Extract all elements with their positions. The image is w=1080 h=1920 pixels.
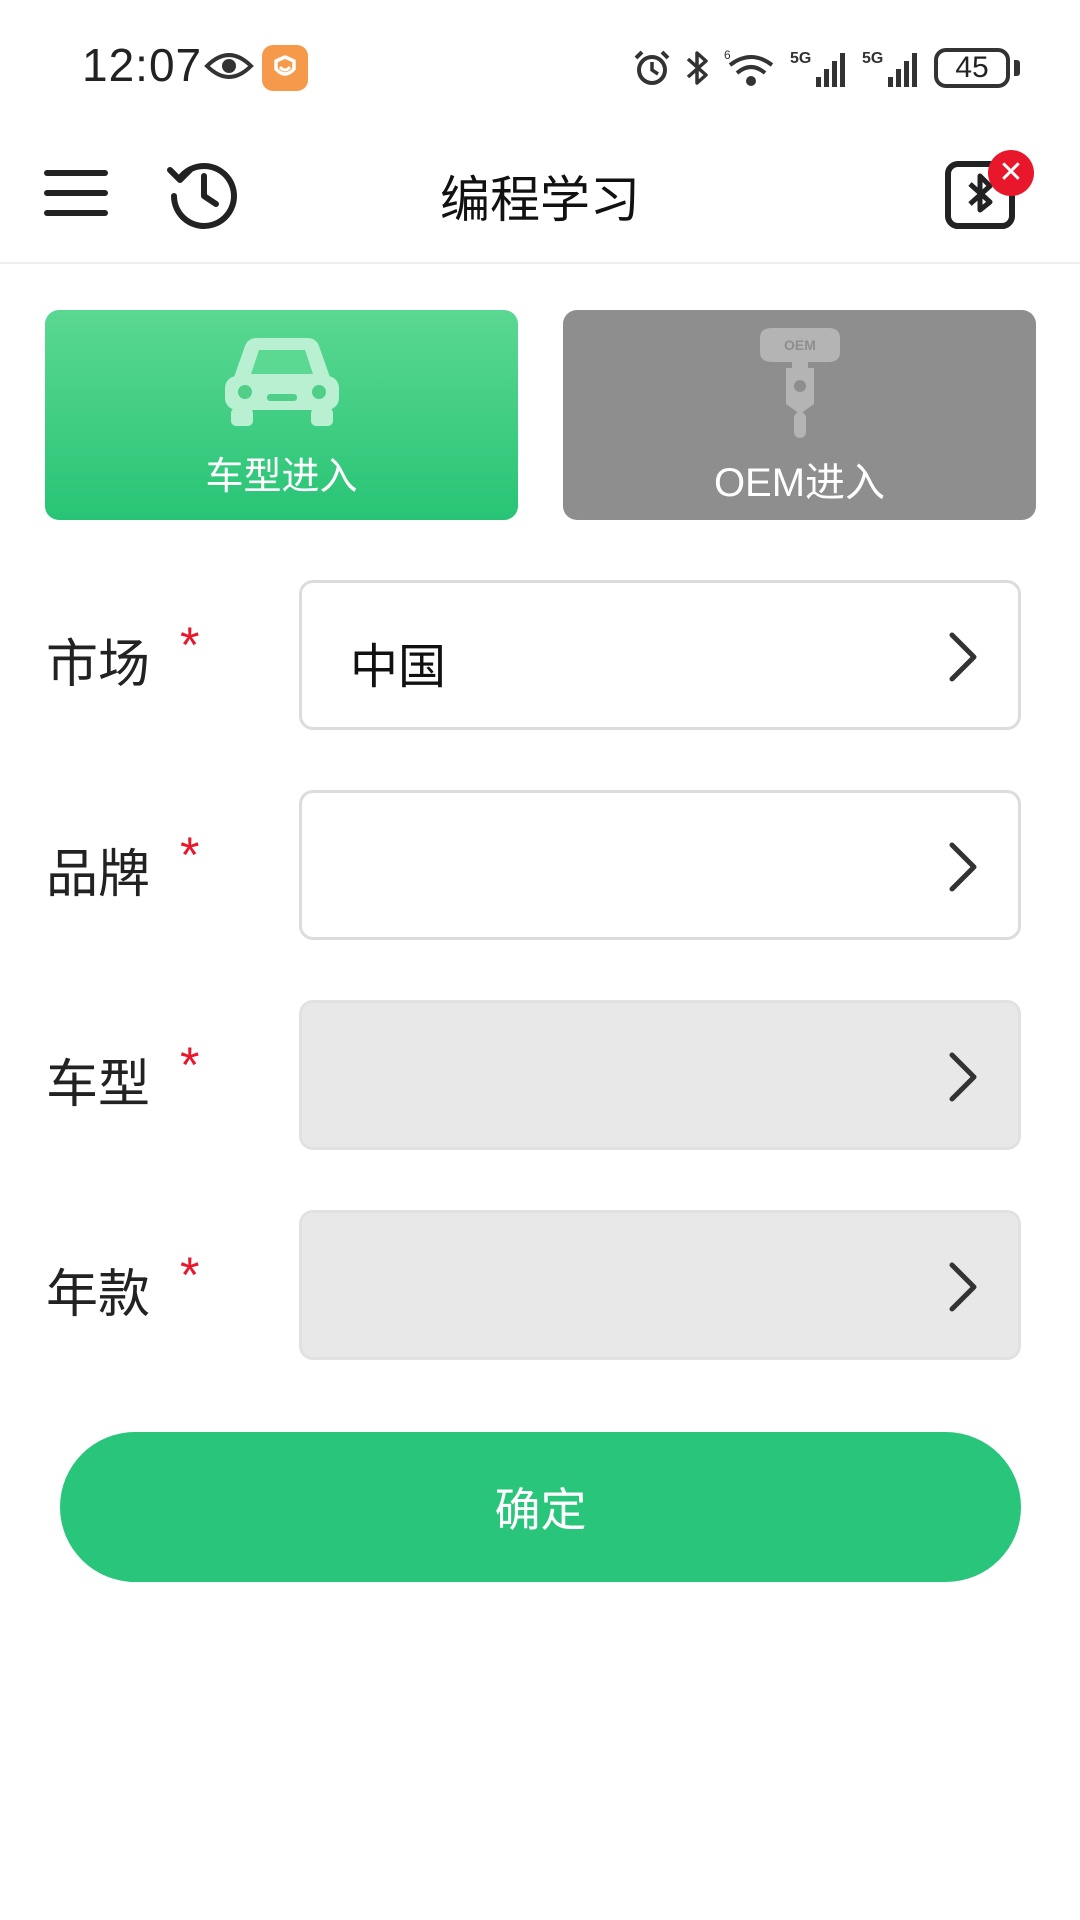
- market-value: 中国: [350, 639, 447, 695]
- chevron-right-icon: [949, 1052, 977, 1102]
- svg-text:5G: 5G: [862, 50, 883, 67]
- form-row-market: 市场 * 中国: [0, 580, 1080, 730]
- svg-text:5G: 5G: [790, 50, 811, 67]
- form-row-brand: 品牌 *: [0, 790, 1080, 940]
- year-select[interactable]: [299, 1210, 1021, 1360]
- oem-entry-label: OEM进入: [713, 461, 886, 505]
- brand-select[interactable]: [299, 790, 1021, 940]
- chevron-right-icon: [949, 1262, 977, 1312]
- oem-entry-tile[interactable]: OEM OEM进入: [563, 310, 1036, 520]
- status-time: 12:07: [82, 39, 203, 91]
- bluetooth-icon: [686, 51, 708, 85]
- signal-5g-icon-1: 5G: [790, 50, 845, 87]
- app-bar: 编程学习 ✕: [0, 130, 1080, 264]
- form-row-year: 年款 *: [0, 1210, 1080, 1360]
- app-notification-icon: [262, 45, 308, 91]
- required-mark: *: [180, 617, 200, 673]
- chevron-right-icon: [949, 632, 977, 682]
- status-icons: 6 5G 5G 45: [632, 44, 1020, 92]
- required-mark: *: [180, 827, 200, 883]
- svg-text:6: 6: [724, 48, 731, 62]
- market-label: 市场: [46, 635, 151, 695]
- confirm-button[interactable]: 确定: [60, 1432, 1021, 1582]
- model-label: 车型: [46, 1055, 151, 1115]
- battery-tip: [1014, 60, 1020, 76]
- wifi-icon: 6: [724, 48, 774, 86]
- brand-label: 品牌: [46, 845, 151, 905]
- signal-5g-icon-2: 5G: [862, 50, 917, 87]
- battery-level: 45: [955, 51, 989, 84]
- eye-icon: [204, 53, 254, 79]
- svg-text:OEM: OEM: [784, 337, 816, 353]
- alarm-icon: [634, 50, 670, 85]
- car-model-entry-tile[interactable]: 车型进入: [45, 310, 518, 520]
- car-icon: [225, 338, 339, 426]
- oem-key-icon: OEM: [760, 328, 840, 438]
- chevron-right-icon: [949, 842, 977, 892]
- disconnected-badge: ✕: [988, 150, 1034, 196]
- page-title: 编程学习: [440, 171, 640, 229]
- year-label: 年款: [46, 1265, 151, 1325]
- car-model-entry-label: 车型进入: [205, 454, 358, 498]
- market-select[interactable]: 中国: [299, 580, 1021, 730]
- form-row-model: 车型 *: [0, 1000, 1080, 1150]
- battery-indicator: 45: [934, 48, 1010, 88]
- model-select[interactable]: [299, 1000, 1021, 1150]
- required-mark: *: [180, 1037, 200, 1093]
- required-mark: *: [180, 1247, 200, 1303]
- status-bar: 12:07 6 5G 5G 45: [0, 0, 1080, 130]
